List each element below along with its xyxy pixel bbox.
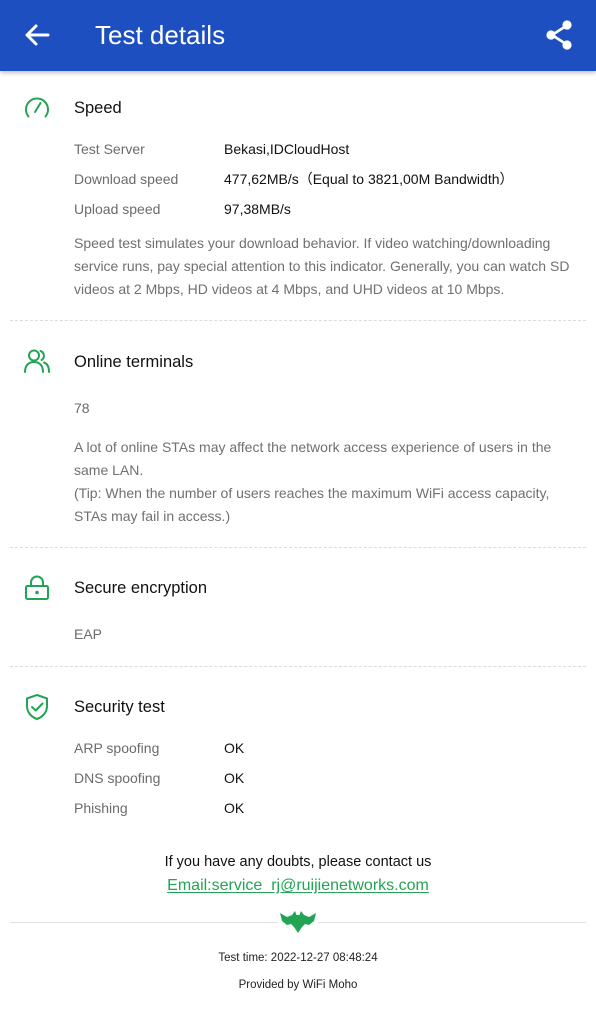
bat-logo-icon	[278, 911, 318, 933]
secure-encryption-title: Secure encryption	[74, 579, 207, 597]
lock-icon	[25, 575, 49, 600]
email-link-container: Email:service_rj@ruijienetworks.com	[0, 877, 596, 895]
row-value: OK	[224, 800, 245, 816]
row-label: DNS spoofing	[74, 770, 161, 786]
terminals-tip: (Tip: When the number of users reaches t…	[74, 485, 550, 524]
terminal-count: 78	[74, 400, 90, 416]
dns-spoofing-row: DNS spoofing OK	[74, 767, 584, 789]
speed-title: Speed	[74, 99, 122, 117]
row-value: OK	[224, 740, 245, 756]
arrow-left-icon[interactable]	[22, 20, 52, 50]
row-value: 477,62MB/s（Equal to 3821,00M Bandwidth）	[224, 171, 514, 187]
page-title: Test details	[95, 20, 226, 50]
row-value: OK	[224, 770, 245, 786]
speed-description: Speed test simulates your download behav…	[74, 235, 570, 297]
encryption-value: EAP	[74, 626, 103, 642]
shield-check-icon	[26, 694, 48, 720]
share-icon[interactable]	[542, 18, 576, 52]
row-value: 97,38MB/s	[224, 201, 291, 217]
arp-spoofing-row: ARP spoofing OK	[74, 737, 584, 759]
divider	[10, 320, 586, 321]
phishing-row: Phishing OK	[74, 797, 584, 819]
divider	[10, 666, 586, 667]
download-speed-row: Download speed 477,62MB/s（Equal to 3821,…	[74, 168, 584, 190]
row-value: Bekasi,IDCloudHost	[224, 141, 350, 157]
users-icon	[24, 349, 50, 373]
security-test-title: Security test	[74, 698, 165, 716]
terminals-description: A lot of online STAs may affect the netw…	[74, 439, 552, 478]
divider	[10, 547, 586, 548]
provided-by: Provided by WiFi Moho	[238, 979, 358, 991]
email-link[interactable]: Email:service_rj@ruijienetworks.com	[167, 877, 429, 894]
row-label: Upload speed	[74, 201, 161, 217]
row-label: ARP spoofing	[74, 740, 160, 756]
app-bar: Test details	[0, 0, 596, 71]
test-time: Test time: 2022-12-27 08:48:24	[218, 952, 378, 964]
speedometer-icon	[25, 97, 49, 118]
row-label: Test Server	[74, 141, 145, 157]
test-server-row: Test Server Bekasi,IDCloudHost	[74, 138, 584, 160]
row-label: Download speed	[74, 171, 179, 187]
upload-speed-row: Upload speed 97,38MB/s	[74, 198, 584, 220]
row-label: Phishing	[74, 800, 128, 816]
online-terminals-title: Online terminals	[74, 353, 194, 371]
contact-text: If you have any doubts, please contact u…	[164, 854, 432, 870]
